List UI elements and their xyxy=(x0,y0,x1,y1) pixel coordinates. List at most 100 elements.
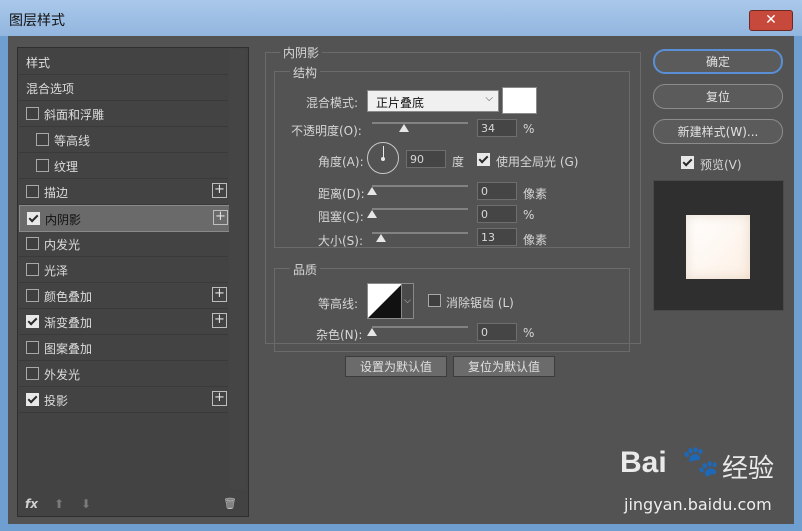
noise-input[interactable]: 0 xyxy=(477,323,517,341)
list-item-inner-glow[interactable]: 内发光 xyxy=(19,231,228,257)
blend-mode-label: 混合模式: xyxy=(306,96,359,110)
add-stroke-plus-icon[interactable]: + xyxy=(212,183,227,198)
size-slider-track[interactable] xyxy=(372,232,468,234)
contour-preview[interactable] xyxy=(367,283,403,319)
close-icon: ✕ xyxy=(765,12,777,28)
structure-title: 结构 xyxy=(290,64,321,81)
list-item-pattern-overlay[interactable]: 图案叠加 xyxy=(19,335,228,361)
opacity-slider-track[interactable] xyxy=(372,122,468,124)
add-color-overlay-plus-icon[interactable]: + xyxy=(212,287,227,302)
outer-glow-checkbox[interactable] xyxy=(26,367,39,380)
list-header-styles[interactable]: 样式 xyxy=(19,49,228,75)
inner-shadow-label: 内阴影 xyxy=(45,213,82,227)
blend-mode-select[interactable]: 正片叠底 ⌵ xyxy=(367,90,499,112)
contour-label: 等高线 xyxy=(54,134,91,148)
inner-glow-checkbox[interactable] xyxy=(26,237,39,250)
choke-slider-thumb[interactable] xyxy=(367,210,377,218)
texture-checkbox[interactable] xyxy=(36,159,49,172)
size-label: 大小(S): xyxy=(318,234,364,248)
list-item-stroke[interactable]: 描边 + xyxy=(19,179,228,205)
distance-slider-track[interactable] xyxy=(372,185,468,187)
choke-input[interactable]: 0 xyxy=(477,205,517,223)
noise-slider-track[interactable] xyxy=(372,326,468,328)
angle-input[interactable]: 90 xyxy=(406,150,446,168)
size-unit: 像素 xyxy=(523,233,548,247)
list-item-gradient-overlay[interactable]: 渐变叠加 + xyxy=(19,309,228,335)
outer-glow-label: 外发光 xyxy=(44,368,81,382)
move-down-icon[interactable]: ⬇ xyxy=(81,497,91,511)
size-input[interactable]: 13 xyxy=(477,228,517,246)
list-item-color-overlay[interactable]: 颜色叠加 + xyxy=(19,283,228,309)
list-blending-options[interactable]: 混合选项 xyxy=(19,75,228,101)
gradient-overlay-label: 渐变叠加 xyxy=(44,316,93,330)
global-light-checkbox[interactable] xyxy=(477,153,490,166)
contour-checkbox[interactable] xyxy=(36,133,49,146)
blend-mode-value: 正片叠底 xyxy=(376,96,425,110)
opacity-label: 不透明度(O): xyxy=(291,124,362,138)
new-style-button[interactable]: 新建样式(W)... xyxy=(653,119,783,144)
chevron-down-icon: ⌵ xyxy=(485,93,493,104)
ok-button[interactable]: 确定 xyxy=(653,49,783,74)
reset-default-button[interactable]: 复位为默认值 xyxy=(453,356,555,377)
contour-curve-icon xyxy=(368,284,402,318)
list-item-texture[interactable]: 纹理 xyxy=(19,153,228,179)
contour-label: 等高线: xyxy=(318,297,359,311)
style-preview-box xyxy=(653,180,784,311)
make-default-button[interactable]: 设置为默认值 xyxy=(345,356,447,377)
list-item-bevel-emboss[interactable]: 斜面和浮雕 xyxy=(19,101,228,127)
add-gradient-overlay-plus-icon[interactable]: + xyxy=(212,313,227,328)
satin-checkbox[interactable] xyxy=(26,263,39,276)
stroke-checkbox[interactable] xyxy=(26,185,39,198)
inner-shadow-checkbox[interactable] xyxy=(27,212,40,225)
stroke-label: 描边 xyxy=(44,186,69,200)
window-title: 图层样式 xyxy=(9,13,65,29)
list-footer-toolbar: fx ⬆ ⬇ 🗑 xyxy=(18,495,248,516)
add-drop-shadow-plus-icon[interactable]: + xyxy=(212,391,227,406)
dialog-window: 图层样式 ✕ 样式 混合选项 斜面和浮雕 等高线 纹理 描边 + 内阴影 + 内… xyxy=(0,0,802,531)
list-item-drop-shadow[interactable]: 投影 + xyxy=(19,387,228,413)
list-item-contour[interactable]: 等高线 xyxy=(19,127,228,153)
shadow-color-swatch[interactable] xyxy=(502,87,537,114)
noise-slider-thumb[interactable] xyxy=(367,328,377,336)
angle-dial[interactable] xyxy=(367,142,399,174)
distance-slider-thumb[interactable] xyxy=(367,187,377,195)
watermark-brand: Bai xyxy=(620,446,667,479)
distance-unit: 像素 xyxy=(523,187,548,201)
paw-logo-icon: 🐾 xyxy=(682,444,720,479)
list-item-inner-shadow[interactable]: 内阴影 + xyxy=(19,205,230,232)
gradient-overlay-checkbox[interactable] xyxy=(26,315,39,328)
opacity-slider-thumb[interactable] xyxy=(399,124,409,132)
texture-label: 纹理 xyxy=(54,160,79,174)
title-bar[interactable]: 图层样式 ✕ xyxy=(0,0,802,36)
close-button[interactable]: ✕ xyxy=(749,10,793,31)
reset-button[interactable]: 复位 xyxy=(653,84,783,109)
preview-checkbox[interactable] xyxy=(681,156,694,169)
bevel-emboss-checkbox[interactable] xyxy=(26,107,39,120)
angle-unit: 度 xyxy=(452,155,465,169)
inner-shadow-section-title: 内阴影 xyxy=(280,44,323,61)
global-light-label: 使用全局光 (G) xyxy=(496,155,579,169)
styles-label: 样式 xyxy=(26,56,51,70)
opacity-input[interactable]: 34 xyxy=(477,119,517,137)
move-up-icon[interactable]: ⬆ xyxy=(54,497,64,511)
drop-shadow-checkbox[interactable] xyxy=(26,393,39,406)
list-item-satin[interactable]: 光泽 xyxy=(19,257,228,283)
list-item-outer-glow[interactable]: 外发光 xyxy=(19,361,228,387)
preview-label: 预览(V) xyxy=(700,158,742,172)
noise-label: 杂色(N): xyxy=(316,328,363,342)
pattern-overlay-checkbox[interactable] xyxy=(26,341,39,354)
inner-glow-label: 内发光 xyxy=(44,238,81,252)
size-slider-thumb[interactable] xyxy=(376,234,386,242)
color-overlay-checkbox[interactable] xyxy=(26,289,39,302)
antialias-checkbox[interactable] xyxy=(428,294,441,307)
distance-input[interactable]: 0 xyxy=(477,182,517,200)
trash-icon[interactable]: 🗑 xyxy=(223,497,237,510)
blending-options-label: 混合选项 xyxy=(26,82,75,96)
color-overlay-label: 颜色叠加 xyxy=(44,290,93,304)
contour-dropdown-icon[interactable]: ⌵ xyxy=(401,283,414,319)
choke-slider-track[interactable] xyxy=(372,208,468,210)
styles-list-panel: 样式 混合选项 斜面和浮雕 等高线 纹理 描边 + 内阴影 + 内发光 光泽 颜… xyxy=(17,47,249,517)
add-inner-shadow-plus-icon[interactable]: + xyxy=(213,210,228,225)
fx-icon[interactable]: fx xyxy=(25,497,38,511)
list-scrollbar[interactable] xyxy=(229,49,246,489)
